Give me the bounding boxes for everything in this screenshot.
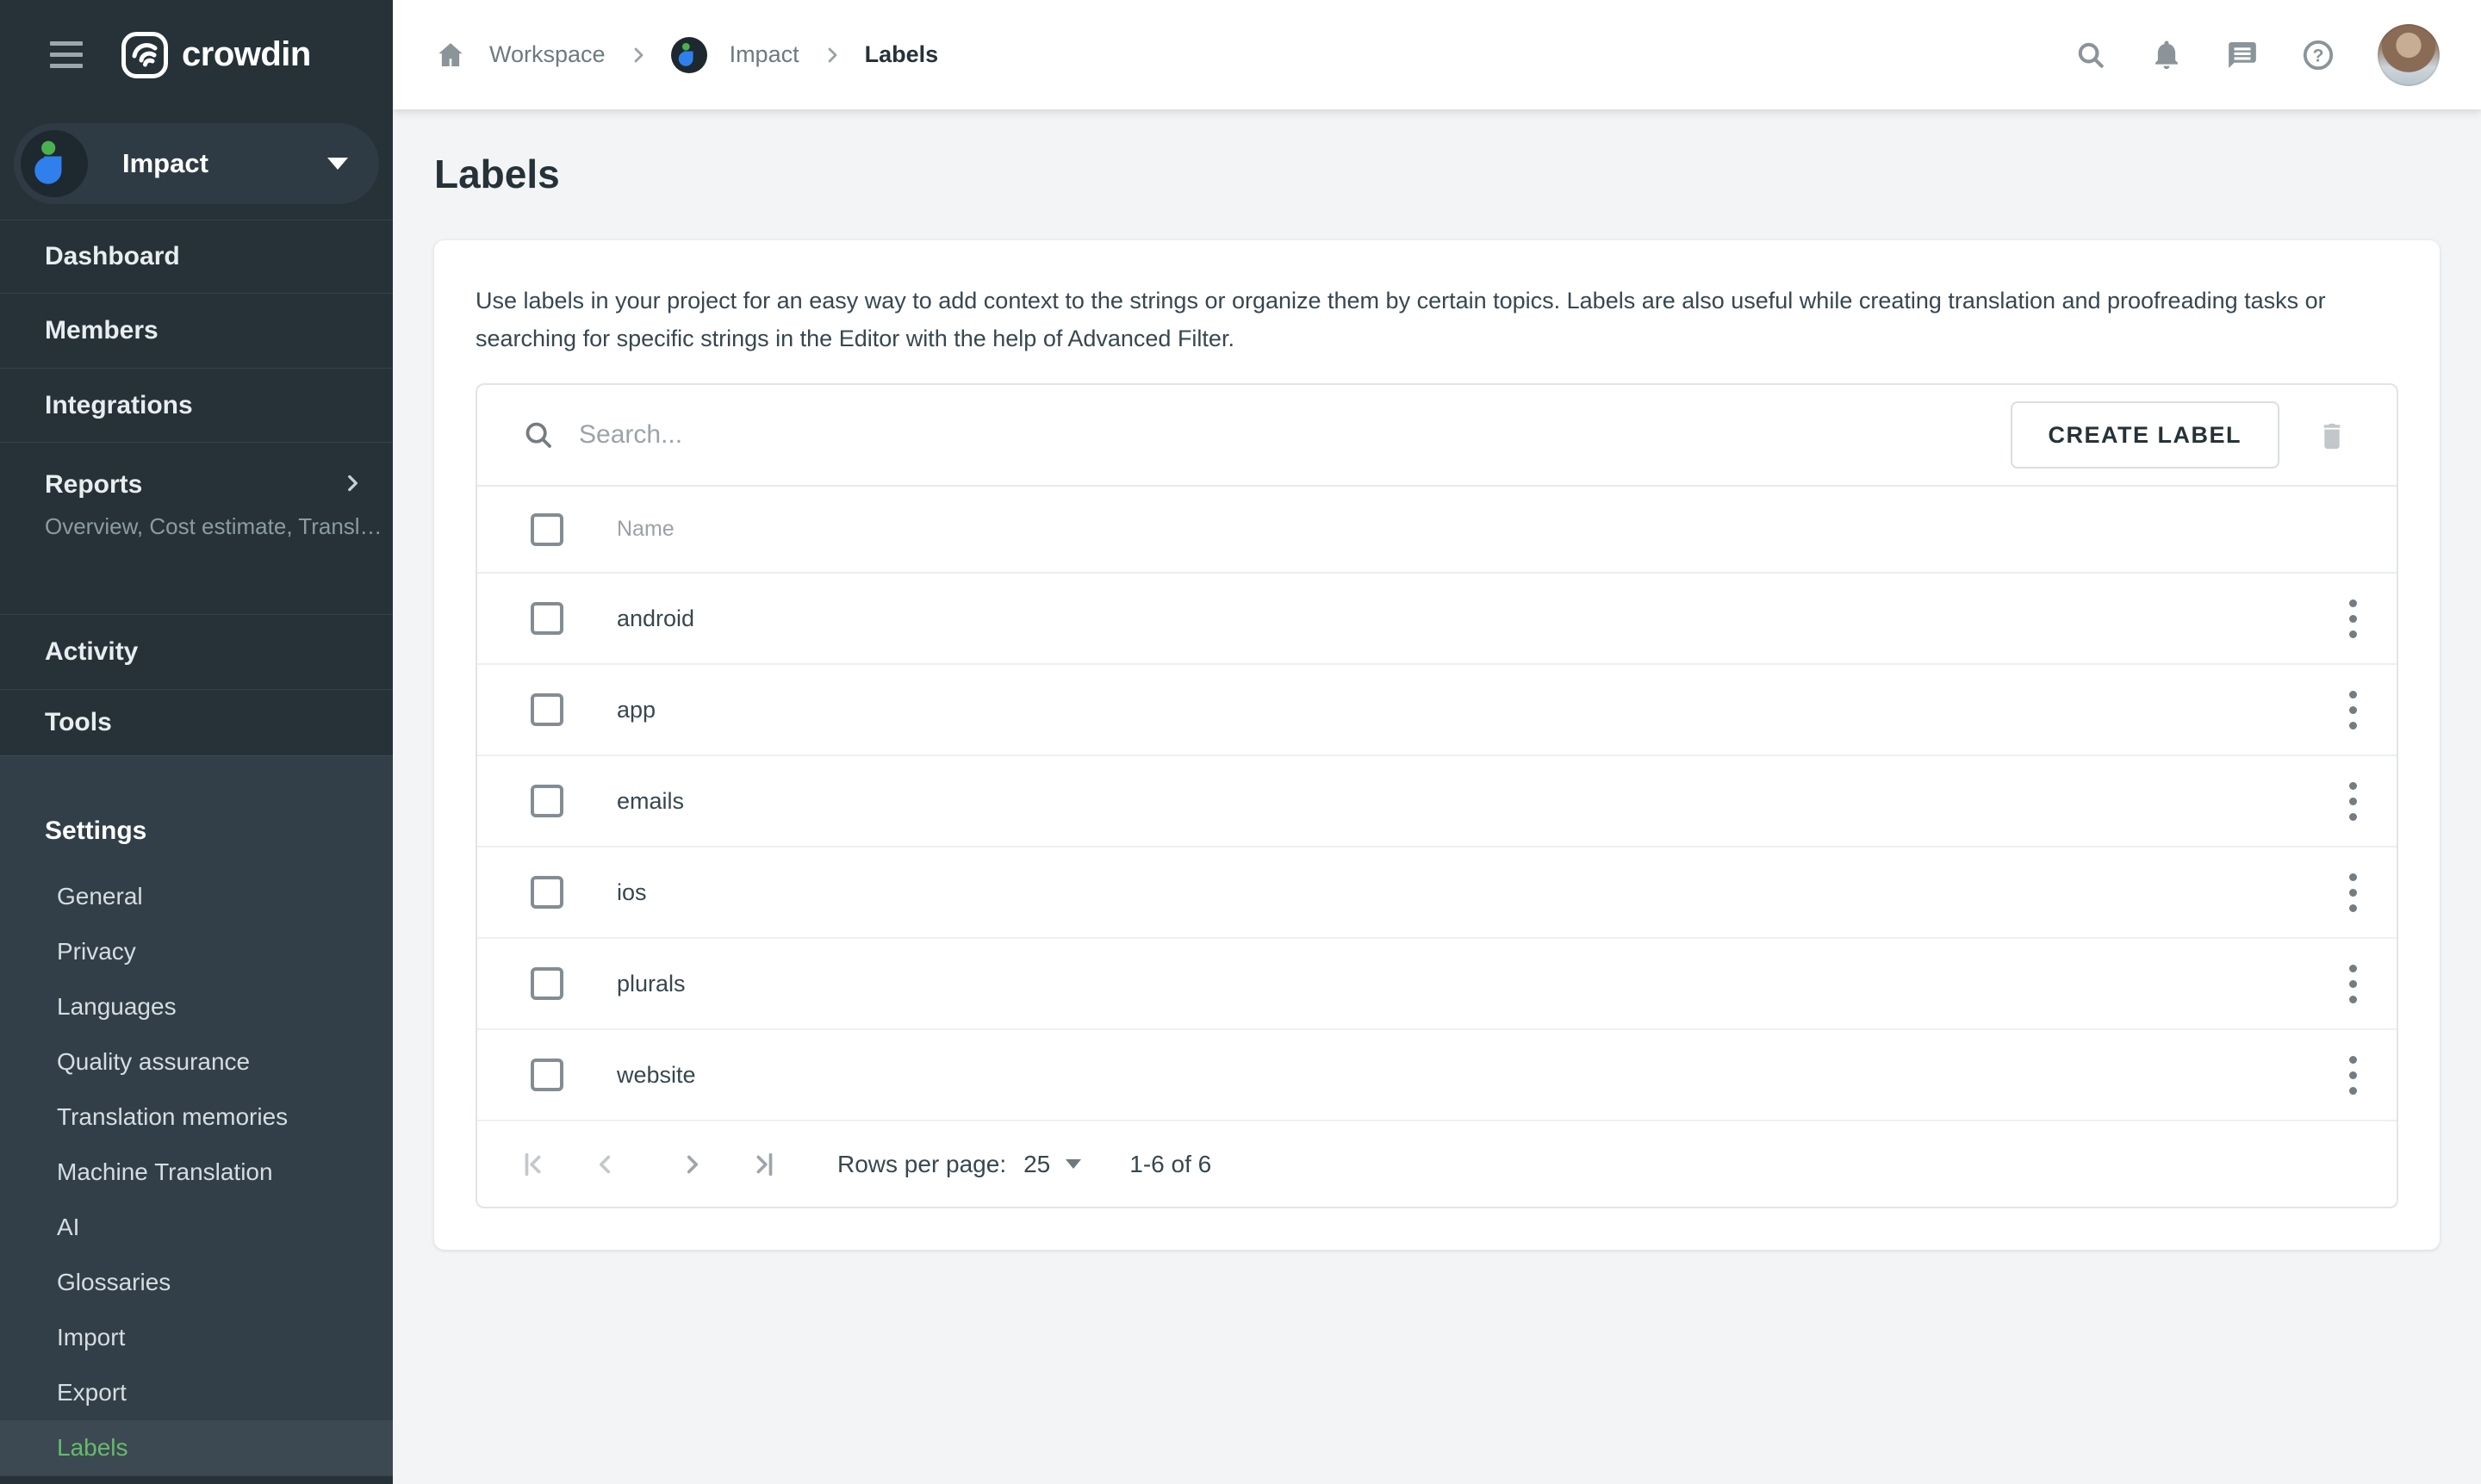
breadcrumb-workspace[interactable]: Workspace <box>489 41 606 68</box>
table-row[interactable]: emails <box>477 756 2397 848</box>
labels-panel: CREATE LABEL Name android app <box>476 383 2398 1208</box>
row-menu-kebab-icon[interactable] <box>2344 1051 2362 1100</box>
sidebar-item-activity[interactable]: Activity <box>0 614 393 689</box>
chevron-down-icon <box>327 158 348 170</box>
user-avatar[interactable] <box>2378 24 2440 86</box>
row-checkbox[interactable] <box>531 1059 563 1091</box>
label-name: android <box>617 605 694 632</box>
sidebar-item-ai[interactable]: AI <box>0 1200 393 1255</box>
search-icon <box>522 419 555 451</box>
label-name: plurals <box>617 971 686 997</box>
sidebar-item-dashboard[interactable]: Dashboard <box>0 220 393 293</box>
table-header-row: Name <box>477 487 2397 574</box>
sidebar-item-label: Dashboard <box>45 242 393 271</box>
search-input[interactable] <box>579 420 2011 450</box>
sidebar-item-tools[interactable]: Tools <box>0 689 393 755</box>
column-header-name: Name <box>617 517 675 542</box>
sidebar-item-label: Tools <box>45 708 393 737</box>
sidebar-header: crowdin <box>0 0 393 109</box>
sidebar-item-import[interactable]: Import <box>0 1310 393 1365</box>
sidebar-item-reports[interactable]: Reports Overview, Cost estimate, Transl… <box>0 442 393 614</box>
rows-per-page-select[interactable]: 25 <box>1023 1151 1050 1178</box>
sidebar-item-quality-assurance[interactable]: Quality assurance <box>0 1034 393 1090</box>
delete-trash-icon[interactable] <box>2316 417 2348 453</box>
sidebar-item-members[interactable]: Members <box>0 293 393 368</box>
project-switcher-name: Impact <box>122 148 208 179</box>
breadcrumb-project[interactable]: Impact <box>730 41 799 68</box>
sidebar-item-languages[interactable]: Languages <box>0 979 393 1034</box>
rows-per-page-label: Rows per page: <box>837 1151 1006 1178</box>
main-content: Labels Use labels in your project for an… <box>393 109 2481 1483</box>
messages-icon[interactable] <box>2226 39 2259 71</box>
search-icon[interactable] <box>2074 39 2107 71</box>
sidebar-item-label: Activity <box>45 637 393 667</box>
sidebar-item-integrations[interactable]: Integrations <box>0 368 393 442</box>
sidebar-settings-header[interactable]: Settings <box>45 817 393 846</box>
page-title: Labels <box>434 148 2440 200</box>
pagination: Rows per page: 25 1-6 of 6 <box>477 1121 2397 1207</box>
table-row[interactable]: website <box>477 1030 2397 1121</box>
sidebar-item-export[interactable]: Export <box>0 1365 393 1420</box>
home-icon[interactable] <box>434 39 467 71</box>
row-menu-kebab-icon[interactable] <box>2344 594 2362 643</box>
label-name: app <box>617 697 656 723</box>
row-checkbox[interactable] <box>531 602 563 635</box>
sidebar-item-labels[interactable]: Labels <box>0 1420 393 1475</box>
label-name: ios <box>617 879 647 906</box>
breadcrumb-current: Labels <box>865 41 939 68</box>
sidebar-item-subtitle: Overview, Cost estimate, Transl… <box>45 513 393 540</box>
chevron-right-icon <box>341 472 364 494</box>
topbar-actions: ? <box>2074 24 2440 86</box>
row-checkbox[interactable] <box>531 785 563 817</box>
brand-name: crowdin <box>182 35 311 74</box>
toolbar: CREATE LABEL <box>477 385 2397 487</box>
table-row[interactable]: android <box>477 574 2397 665</box>
label-name: emails <box>617 788 684 815</box>
sidebar-item-general[interactable]: General <box>0 869 393 924</box>
crowdin-logo[interactable]: crowdin <box>121 31 311 79</box>
menu-icon[interactable] <box>50 41 83 68</box>
chevron-down-icon[interactable] <box>1066 1159 1081 1169</box>
sidebar-item-privacy[interactable]: Privacy <box>0 924 393 979</box>
select-all-checkbox[interactable] <box>531 513 563 546</box>
project-avatar-icon <box>671 37 707 73</box>
chevron-right-icon <box>628 45 649 65</box>
pagination-range: 1-6 of 6 <box>1129 1151 1211 1178</box>
crowdin-logo-icon <box>121 31 169 79</box>
first-page-icon[interactable] <box>517 1147 551 1182</box>
help-icon[interactable]: ? <box>2302 39 2335 71</box>
table-row[interactable]: ios <box>477 848 2397 939</box>
project-avatar-icon <box>21 130 88 197</box>
row-checkbox[interactable] <box>531 967 563 1000</box>
sidebar-item-label: Members <box>45 316 393 345</box>
table-row[interactable]: plurals <box>477 939 2397 1030</box>
breadcrumb: Workspace Impact Labels <box>434 37 938 73</box>
project-switcher[interactable]: Impact <box>14 123 379 204</box>
row-menu-kebab-icon[interactable] <box>2344 686 2362 735</box>
label-name: website <box>617 1062 696 1089</box>
labels-card: Use labels in your project for an easy w… <box>434 240 2440 1250</box>
sidebar-item-machine-translation[interactable]: Machine Translation <box>0 1145 393 1200</box>
sidebar-item-translation-memories[interactable]: Translation memories <box>0 1090 393 1145</box>
table-row[interactable]: app <box>477 665 2397 756</box>
topbar: Workspace Impact Labels ? <box>393 0 2481 109</box>
sidebar: crowdin Impact Dashboard Members Integra… <box>0 0 393 1483</box>
next-page-icon[interactable] <box>675 1147 710 1182</box>
row-checkbox[interactable] <box>531 693 563 726</box>
row-menu-kebab-icon[interactable] <box>2344 777 2362 826</box>
sidebar-nav: Dashboard Members Integrations Reports O… <box>0 220 393 755</box>
row-menu-kebab-icon[interactable] <box>2344 868 2362 917</box>
chevron-right-icon <box>822 45 843 65</box>
sidebar-settings-section: Settings General Privacy Languages Quali… <box>0 755 393 1475</box>
svg-text:?: ? <box>2312 45 2323 65</box>
previous-page-icon[interactable] <box>588 1147 622 1182</box>
labels-description: Use labels in your project for an easy w… <box>476 282 2398 357</box>
last-page-icon[interactable] <box>746 1147 780 1182</box>
sidebar-item-label: Integrations <box>45 391 393 420</box>
sidebar-item-glossaries[interactable]: Glossaries <box>0 1255 393 1310</box>
create-label-button[interactable]: CREATE LABEL <box>2011 401 2280 469</box>
row-checkbox[interactable] <box>531 876 563 909</box>
row-menu-kebab-icon[interactable] <box>2344 959 2362 1009</box>
notifications-bell-icon[interactable] <box>2150 39 2183 71</box>
